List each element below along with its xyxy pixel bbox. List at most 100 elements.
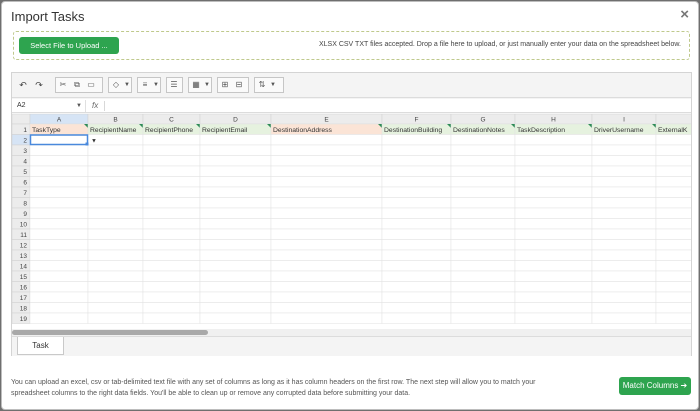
sheet-cell[interactable] <box>29 218 89 230</box>
sheet-cell[interactable] <box>142 144 201 156</box>
cell-grid-svg[interactable]: A B C D E F G H I 1 TaskType RecipientName Recipient… <box>12 114 691 329</box>
sheet-cell[interactable] <box>381 228 452 240</box>
sheet-cell[interactable] <box>142 312 201 324</box>
row-number-header[interactable] <box>12 176 31 188</box>
sheet-cell[interactable] <box>591 291 657 303</box>
sheet-cell[interactable] <box>199 155 272 167</box>
sheet-cell[interactable] <box>381 207 452 219</box>
merge-dropdown[interactable]: ▦ ▼ <box>188 77 212 93</box>
sheet-cell[interactable] <box>142 249 201 261</box>
sheet-cell[interactable] <box>142 291 201 303</box>
sheet-cell[interactable] <box>87 249 144 261</box>
sheet-cell[interactable] <box>655 197 691 209</box>
sheet-cell[interactable] <box>655 260 691 272</box>
sheet-cell[interactable] <box>381 186 452 198</box>
sheet-cell[interactable] <box>199 218 272 230</box>
sheet-cell[interactable] <box>655 155 691 167</box>
sheet-cell[interactable] <box>270 228 383 240</box>
sheet-cell[interactable] <box>655 186 691 198</box>
sheet-cell[interactable] <box>29 302 89 314</box>
row-number-header[interactable] <box>12 207 31 219</box>
sheet-cell[interactable] <box>450 239 516 251</box>
sheet-cell[interactable] <box>199 207 272 219</box>
sheet-tab-task[interactable]: Task <box>17 337 64 355</box>
sheet-cell[interactable] <box>199 312 272 324</box>
fill-handle[interactable] <box>85 142 89 146</box>
sheet-cell[interactable] <box>655 281 691 293</box>
sheet-cell[interactable] <box>29 197 89 209</box>
sheet-cell[interactable] <box>87 144 144 156</box>
sheet-cell[interactable] <box>199 134 272 146</box>
wrap-button[interactable]: ☰ <box>166 77 183 93</box>
sheet-cell[interactable] <box>199 249 272 261</box>
sheet-cell[interactable] <box>450 270 516 282</box>
sheet-cell[interactable] <box>29 239 89 251</box>
sheet-cell[interactable] <box>591 197 657 209</box>
sheet-cell[interactable] <box>450 302 516 314</box>
sheet-cell[interactable] <box>270 165 383 177</box>
sheet-cell[interactable] <box>142 260 201 272</box>
sheet-cell[interactable] <box>270 270 383 282</box>
sheet-cell[interactable] <box>142 302 201 314</box>
sheet-cell[interactable] <box>142 239 201 251</box>
sheet-cell[interactable] <box>29 176 89 188</box>
sheet-cell[interactable] <box>142 281 201 293</box>
sheet-cell[interactable] <box>142 218 201 230</box>
cut-icon[interactable]: ✂ <box>56 78 70 92</box>
match-columns-button[interactable]: Match Columns ➔ <box>619 377 691 395</box>
sheet-cell[interactable] <box>591 144 657 156</box>
close-button[interactable]: × <box>680 7 689 23</box>
sheet-cell[interactable] <box>270 176 383 188</box>
sheet-cell[interactable] <box>87 281 144 293</box>
sheet-cell[interactable] <box>270 155 383 167</box>
sheet-cell[interactable] <box>591 239 657 251</box>
column-letter-header[interactable] <box>655 114 691 125</box>
sheet-cell[interactable] <box>450 155 516 167</box>
sheet-cell[interactable] <box>655 165 691 177</box>
sheet-cell[interactable] <box>87 312 144 324</box>
sheet-cell[interactable] <box>591 207 657 219</box>
sheet-cell[interactable] <box>514 228 593 240</box>
sheet-cell[interactable] <box>450 165 516 177</box>
sheet-cell[interactable] <box>87 291 144 303</box>
sheet-cell[interactable] <box>142 165 201 177</box>
sheet-cell[interactable] <box>381 165 452 177</box>
sheet-cell[interactable] <box>450 249 516 261</box>
sheet-cell[interactable] <box>514 239 593 251</box>
sheet-cell[interactable] <box>29 260 89 272</box>
row-number-header[interactable] <box>12 123 31 135</box>
sheet-cell[interactable] <box>29 228 89 240</box>
file-dropzone[interactable]: Select File to Upload ... XLSX CSV TXT f… <box>13 31 690 60</box>
sheet-cell[interactable] <box>514 186 593 198</box>
scrollbar-thumb[interactable] <box>12 330 208 335</box>
sheet-cell[interactable] <box>655 207 691 219</box>
sheet-cell[interactable] <box>270 134 383 146</box>
sheet-cell[interactable] <box>655 218 691 230</box>
sheet-cell[interactable] <box>450 144 516 156</box>
sheet-cell[interactable] <box>514 134 593 146</box>
sheet-cell[interactable] <box>514 312 593 324</box>
sheet-cell[interactable] <box>199 165 272 177</box>
sheet-cell[interactable] <box>655 302 691 314</box>
sheet-cell[interactable] <box>514 249 593 261</box>
sheet-cell[interactable] <box>87 218 144 230</box>
sheet-cell[interactable] <box>591 249 657 261</box>
sheet-cell[interactable] <box>29 312 89 324</box>
sheet-cell[interactable] <box>29 291 89 303</box>
sheet-cell[interactable] <box>514 165 593 177</box>
sheet-cell[interactable] <box>514 197 593 209</box>
sheet-cell[interactable] <box>381 176 452 188</box>
sheet-cell[interactable] <box>450 228 516 240</box>
sheet-cell[interactable] <box>29 281 89 293</box>
sheet-cell[interactable] <box>655 176 691 188</box>
sheet-cell[interactable] <box>591 176 657 188</box>
sort-dropdown[interactable]: ⇅ ▼ <box>254 77 284 93</box>
sheet-cell[interactable] <box>270 260 383 272</box>
sheet-cell[interactable] <box>142 155 201 167</box>
sheet-cell[interactable] <box>450 281 516 293</box>
sheet-cell[interactable] <box>450 197 516 209</box>
sheet-cell[interactable] <box>514 155 593 167</box>
horizontal-scrollbar[interactable] <box>12 329 691 336</box>
sheet-cell[interactable] <box>270 302 383 314</box>
sheet-cell[interactable] <box>450 186 516 198</box>
